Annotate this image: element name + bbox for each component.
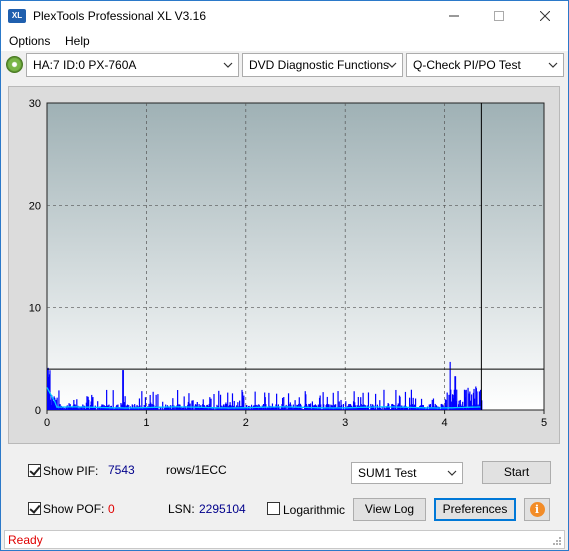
view-log-button[interactable]: View Log bbox=[353, 498, 426, 521]
x-tick-label: 4 bbox=[442, 417, 448, 429]
pif-value: 7543 bbox=[108, 463, 135, 477]
pi-bar bbox=[162, 401, 164, 410]
x-tick-label: 5 bbox=[541, 417, 547, 429]
pi-bar bbox=[450, 401, 452, 410]
pi-po-chart: 0 10 20 30 0 1 2 3 4 5 bbox=[29, 98, 547, 429]
status-text: Ready bbox=[8, 533, 43, 547]
pi-bar bbox=[88, 399, 90, 410]
pi-bar bbox=[173, 405, 175, 410]
show-pif-checkbox[interactable] bbox=[28, 464, 41, 477]
rows-label: rows/1ECC bbox=[166, 463, 227, 477]
pi-bar bbox=[192, 400, 194, 410]
function-select-value: DVD Diagnostic Functions bbox=[249, 58, 390, 72]
status-bar: Ready bbox=[4, 530, 565, 549]
y-tick-label: 0 bbox=[35, 405, 41, 417]
minimize-icon bbox=[449, 15, 459, 17]
app-logo-icon: XL bbox=[8, 9, 26, 23]
pi-bar bbox=[281, 397, 284, 410]
pi-bar bbox=[301, 408, 303, 410]
menu-help[interactable]: Help bbox=[65, 34, 90, 48]
lsn-label: LSN: bbox=[168, 502, 195, 516]
show-pif-label: Show PIF: bbox=[43, 464, 99, 478]
pi-bar bbox=[302, 409, 305, 410]
pi-bar bbox=[218, 408, 220, 410]
chart-panel: 0 10 20 30 0 1 2 3 4 5 bbox=[8, 86, 560, 444]
drive-select[interactable]: HA:7 ID:0 PX-760A bbox=[26, 53, 239, 77]
maximize-button[interactable] bbox=[476, 1, 522, 31]
show-pof-checkbox[interactable] bbox=[28, 502, 41, 515]
logarithmic-label: Logarithmic bbox=[283, 503, 346, 517]
pi-bar bbox=[78, 408, 80, 410]
pi-bar bbox=[190, 408, 192, 410]
x-tick-label: 2 bbox=[243, 417, 249, 429]
pi-bar bbox=[76, 399, 78, 410]
menu-options[interactable]: Options bbox=[9, 34, 50, 48]
y-tick-label: 30 bbox=[29, 98, 41, 110]
y-tick-label: 10 bbox=[29, 303, 41, 315]
pi-bar bbox=[399, 396, 401, 410]
window-title: PlexTools Professional XL V3.16 bbox=[33, 9, 206, 23]
pi-bar bbox=[174, 407, 176, 410]
pi-bar bbox=[97, 401, 99, 410]
pi-bar bbox=[249, 408, 251, 410]
pi-bar bbox=[158, 409, 160, 410]
test-select-value: Q-Check PI/PO Test bbox=[413, 58, 521, 72]
pi-bar bbox=[407, 409, 410, 410]
pi-bar bbox=[92, 397, 94, 410]
maximize-icon bbox=[494, 11, 504, 21]
start-button[interactable]: Start bbox=[482, 461, 551, 484]
pi-bar bbox=[414, 398, 417, 410]
pi-bar bbox=[381, 407, 383, 410]
x-tick-label: 0 bbox=[44, 417, 50, 429]
pi-bar bbox=[327, 403, 329, 410]
x-axis-ticks: 0 1 2 3 4 5 bbox=[44, 410, 547, 429]
pi-bar bbox=[141, 408, 144, 410]
pi-bar bbox=[456, 389, 458, 410]
pi-bar bbox=[160, 409, 163, 410]
pi-bar bbox=[375, 409, 377, 410]
show-pof-label: Show POF: bbox=[43, 502, 105, 516]
disc-drive-icon bbox=[6, 56, 23, 73]
x-tick-label: 3 bbox=[342, 417, 348, 429]
pi-bar bbox=[112, 390, 114, 410]
pof-value: 0 bbox=[108, 502, 115, 516]
y-tick-label: 20 bbox=[29, 200, 41, 212]
title-bar: XL PlexTools Professional XL V3.16 bbox=[1, 1, 568, 31]
pi-bar bbox=[462, 401, 464, 410]
toolbar: HA:7 ID:0 PX-760A DVD Diagnostic Functio… bbox=[1, 53, 568, 79]
test-select[interactable]: Q-Check PI/PO Test bbox=[406, 53, 564, 77]
x-tick-label: 1 bbox=[143, 417, 149, 429]
minimize-button[interactable] bbox=[431, 1, 477, 31]
pi-bar bbox=[218, 390, 220, 410]
info-button[interactable]: i bbox=[524, 498, 550, 521]
pi-bar bbox=[95, 408, 97, 410]
plot-area bbox=[46, 102, 545, 411]
logarithmic-checkbox[interactable] bbox=[267, 502, 280, 515]
y-axis-ticks: 0 10 20 30 bbox=[29, 98, 41, 417]
drive-select-value: HA:7 ID:0 PX-760A bbox=[33, 58, 137, 72]
lsn-value: 2295104 bbox=[199, 502, 246, 516]
pi-bar bbox=[342, 404, 345, 410]
pi-bar bbox=[193, 409, 195, 410]
sum-test-value: SUM1 Test bbox=[358, 466, 417, 480]
controls-panel: Show PIF: 7543 rows/1ECC SUM1 Test Start… bbox=[8, 454, 560, 524]
pi-bar bbox=[233, 400, 235, 410]
chevron-down-icon bbox=[223, 62, 233, 68]
chevron-down-icon bbox=[447, 470, 457, 476]
function-select[interactable]: DVD Diagnostic Functions bbox=[242, 53, 403, 77]
close-button[interactable] bbox=[522, 1, 568, 31]
close-icon bbox=[540, 11, 550, 21]
pi-bar bbox=[183, 396, 185, 410]
sum-test-select[interactable]: SUM1 Test bbox=[351, 462, 463, 484]
app-window: XL PlexTools Professional XL V3.16 Optio… bbox=[0, 0, 569, 551]
pi-bar bbox=[172, 398, 174, 410]
chevron-down-icon bbox=[548, 62, 558, 68]
pi-bar bbox=[63, 407, 65, 410]
preferences-button[interactable]: Preferences bbox=[434, 498, 516, 521]
resize-grip-icon[interactable] bbox=[552, 536, 562, 546]
menu-bar: Options Help bbox=[1, 31, 568, 51]
chevron-down-icon bbox=[387, 62, 397, 68]
info-icon: i bbox=[529, 502, 545, 517]
